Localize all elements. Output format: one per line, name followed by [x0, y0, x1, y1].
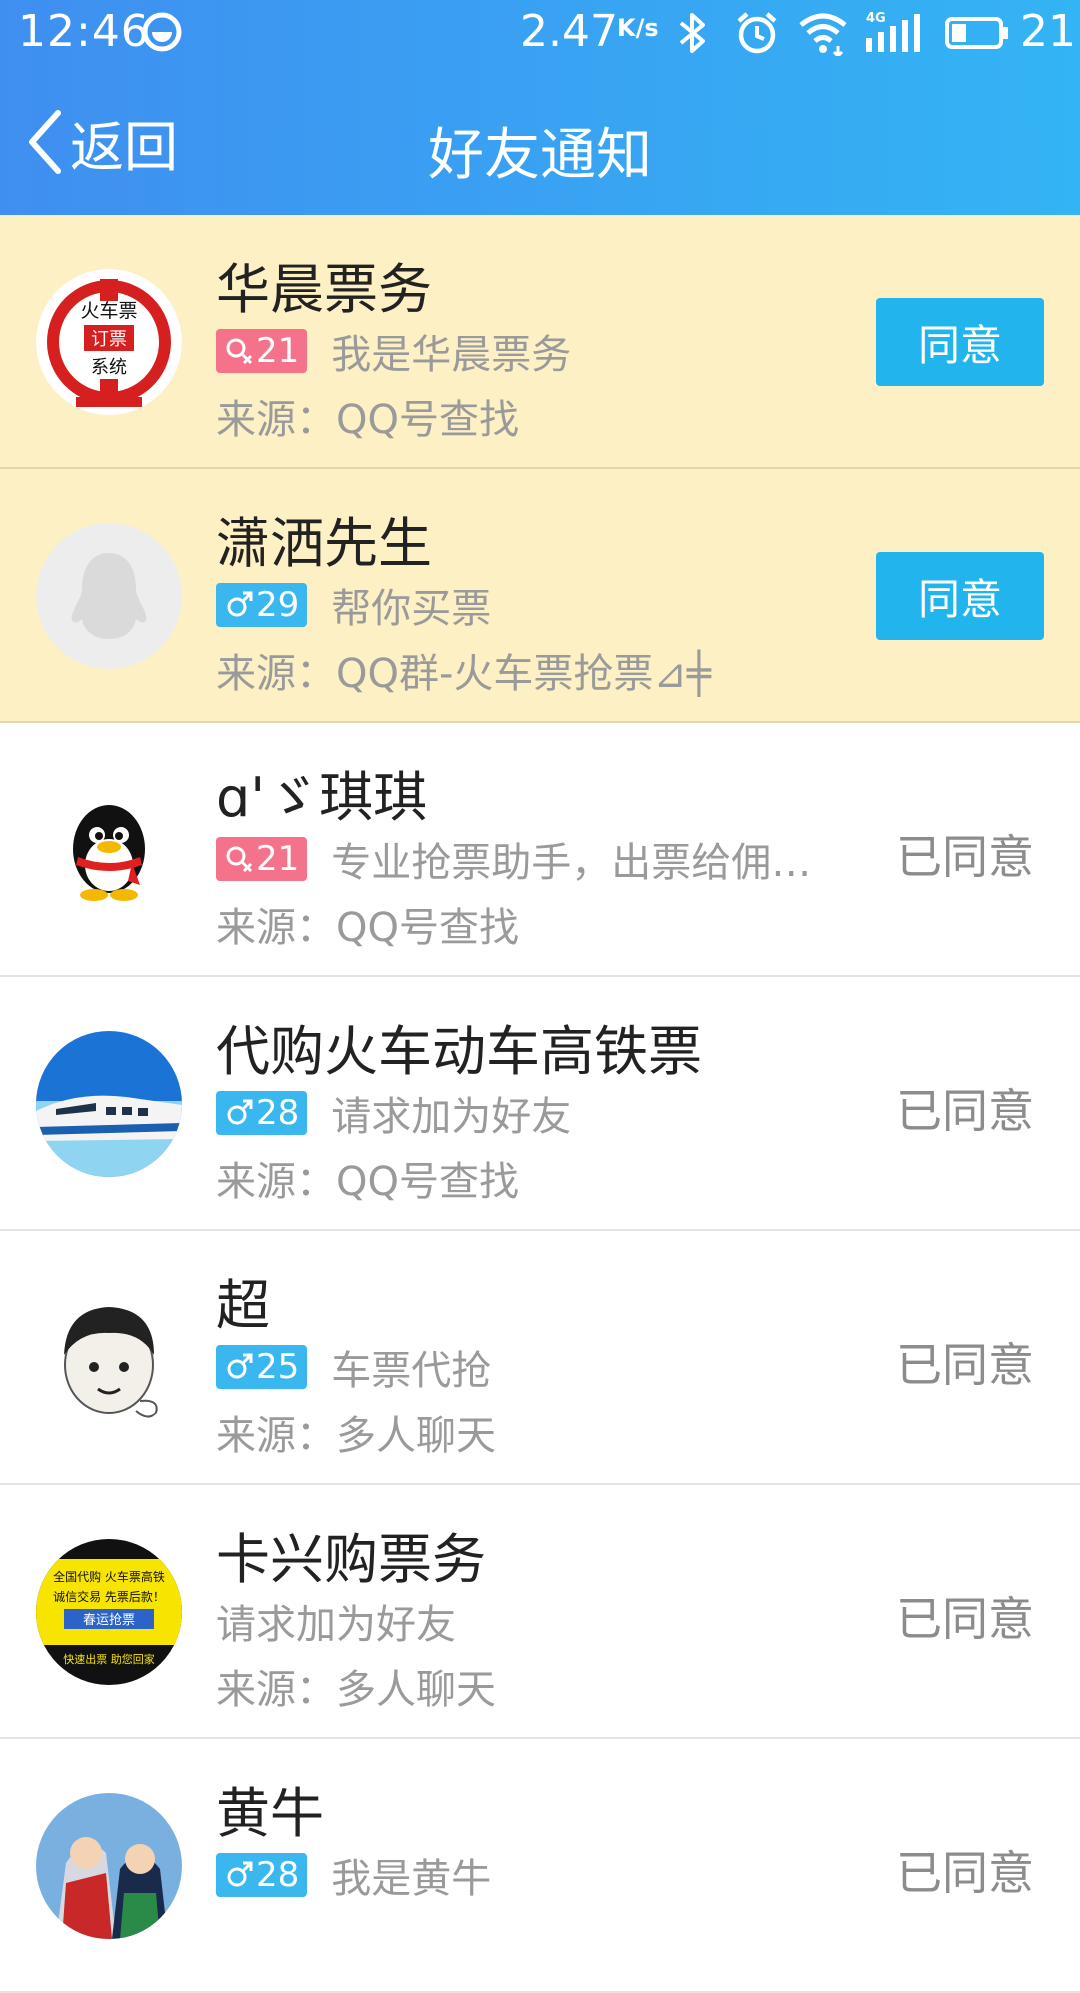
request-source: 来源：多人聊天 — [216, 1667, 496, 1713]
network-speed: 2.47 — [520, 6, 618, 57]
default-penguin-avatar[interactable] — [36, 523, 182, 669]
request-message: 专业抢票助手，出票给佣… — [331, 840, 812, 886]
title-bar: 返回 好友通知 — [0, 66, 1080, 215]
svg-text:火车票: 火车票 — [80, 300, 137, 322]
male-icon — [227, 1099, 253, 1125]
bullet-train-avatar[interactable] — [36, 1031, 182, 1177]
request-source: 来源：QQ群-火车票抢票⊿╪ — [216, 651, 711, 697]
svg-text:春运抢票: 春运抢票 — [83, 1612, 135, 1628]
wifi-icon — [798, 10, 848, 56]
svg-text:系统: 系统 — [91, 357, 127, 378]
svg-text:诚信交易 先票后款！: 诚信交易 先票后款！ — [53, 1589, 165, 1604]
gender-age-badge: 28 — [216, 1091, 308, 1135]
gender-age-badge: 21 — [216, 837, 308, 881]
gender-age-badge: 21 — [216, 329, 308, 373]
friend-request-row[interactable]: 超 25 车票代抢 来源：多人聊天 已同意 — [0, 1231, 1080, 1485]
friend-request-row[interactable]: 潇洒先生 29 帮你买票 来源：QQ群-火车票抢票⊿╪ 同意 — [0, 469, 1080, 723]
agreed-status: 已同意 — [896, 1846, 1034, 1900]
cartoon-face-avatar[interactable] — [36, 1285, 182, 1431]
request-message: 我是黄牛 — [331, 1856, 492, 1902]
gender-age-badge: 29 — [216, 583, 308, 627]
friend-request-row[interactable]: 全国代购 火车票高铁 诚信交易 先票后款！ 春运抢票 快速出票 助您回家 卡兴购… — [0, 1485, 1080, 1739]
age-label: 28 — [256, 1855, 300, 1895]
request-message: 请求加为好友 — [331, 1094, 572, 1140]
request-message: 我是华晨票务 — [331, 332, 572, 378]
battery-level: 21 — [1020, 6, 1076, 57]
battery-icon — [944, 10, 1010, 56]
agreed-status: 已同意 — [896, 1338, 1034, 1392]
age-label: 21 — [256, 331, 300, 371]
notification-icon — [140, 10, 184, 54]
agreed-status: 已同意 — [896, 830, 1034, 884]
app-header: 12:46 2.47 K/s 4G 21 返回 好友通知 — [0, 0, 1080, 215]
page-title: 好友通知 — [428, 123, 652, 188]
friend-request-row[interactable]: ɑ'ゞ琪琪 21 专业抢票助手，出票给佣… 来源：QQ号查找 已同意 — [0, 723, 1080, 977]
agree-button[interactable]: 同意 — [876, 298, 1044, 386]
friend-request-row[interactable]: 代购火车动车高铁票 28 请求加为好友 来源：QQ号查找 已同意 — [0, 977, 1080, 1231]
male-icon — [227, 591, 253, 617]
requester-name: 超 — [216, 1274, 270, 1337]
svg-text:4G: 4G — [866, 11, 886, 26]
female-icon — [226, 846, 253, 873]
requester-name: ɑ'ゞ琪琪 — [216, 766, 428, 829]
friend-request-row[interactable]: 黄牛 28 我是黄牛 已同意 — [0, 1739, 1080, 1993]
status-time: 12:46 — [18, 6, 150, 57]
requester-name: 黄牛 — [216, 1782, 324, 1845]
request-info: 25 车票代抢 — [216, 1341, 492, 1394]
request-source: 来源：QQ号查找 — [216, 905, 519, 951]
age-label: 25 — [256, 1347, 300, 1387]
gender-age-badge: 28 — [216, 1853, 308, 1897]
requester-name: 潇洒先生 — [216, 512, 432, 575]
anime-avatar[interactable] — [36, 1793, 182, 1939]
male-icon — [227, 1861, 253, 1887]
requester-name: 华晨票务 — [216, 258, 432, 321]
request-source: 来源：多人聊天 — [216, 1413, 496, 1459]
female-icon — [226, 338, 253, 365]
friend-request-row[interactable]: 火车票 订票 系统 华晨票务 21 我是华晨票务 来源：QQ号查找 同意 — [0, 215, 1080, 469]
gender-age-badge: 25 — [216, 1345, 308, 1389]
status-bar: 12:46 2.47 K/s 4G 21 — [0, 0, 1080, 66]
male-icon — [227, 1353, 253, 1379]
request-source: 来源：QQ号查找 — [216, 1159, 519, 1205]
network-speed-unit: K/s — [617, 14, 659, 42]
request-source: 来源：QQ号查找 — [216, 397, 519, 443]
signal-4g-icon: 4G — [864, 10, 924, 56]
request-message: 车票代抢 — [331, 1348, 492, 1394]
request-info: 21 专业抢票助手，出票给佣… — [216, 833, 812, 886]
request-info: 请求加为好友 — [216, 1595, 456, 1648]
request-message: 帮你买票 — [331, 586, 492, 632]
requester-name: 代购火车动车高铁票 — [216, 1020, 702, 1083]
agreed-status: 已同意 — [896, 1592, 1034, 1646]
request-message: 请求加为好友 — [216, 1602, 456, 1648]
request-info: 21 我是华晨票务 — [216, 325, 572, 378]
agree-button[interactable]: 同意 — [876, 552, 1044, 640]
svg-text:快速出票 助您回家: 快速出票 助您回家 — [63, 1652, 155, 1666]
requester-name: 卡兴购票务 — [216, 1528, 486, 1591]
request-info: 28 请求加为好友 — [216, 1087, 572, 1140]
train-ticket-logo-avatar[interactable]: 火车票 订票 系统 — [36, 269, 182, 415]
ticket-ad-avatar[interactable]: 全国代购 火车票高铁 诚信交易 先票后款！ 春运抢票 快速出票 助您回家 — [36, 1539, 182, 1685]
qq-penguin-avatar[interactable] — [36, 777, 182, 923]
svg-text:订票: 订票 — [91, 329, 127, 350]
age-label: 21 — [256, 839, 300, 879]
bluetooth-icon — [676, 10, 710, 56]
age-label: 28 — [256, 1093, 300, 1133]
request-info: 29 帮你买票 — [216, 579, 492, 632]
age-label: 29 — [256, 585, 300, 625]
alarm-icon — [734, 10, 780, 56]
request-info: 28 我是黄牛 — [216, 1849, 492, 1902]
friend-request-list: 火车票 订票 系统 华晨票务 21 我是华晨票务 来源：QQ号查找 同意 潇洒先… — [0, 215, 1080, 1993]
svg-text:全国代购 火车票高铁: 全国代购 火车票高铁 — [53, 1569, 165, 1584]
agreed-status: 已同意 — [896, 1084, 1034, 1138]
